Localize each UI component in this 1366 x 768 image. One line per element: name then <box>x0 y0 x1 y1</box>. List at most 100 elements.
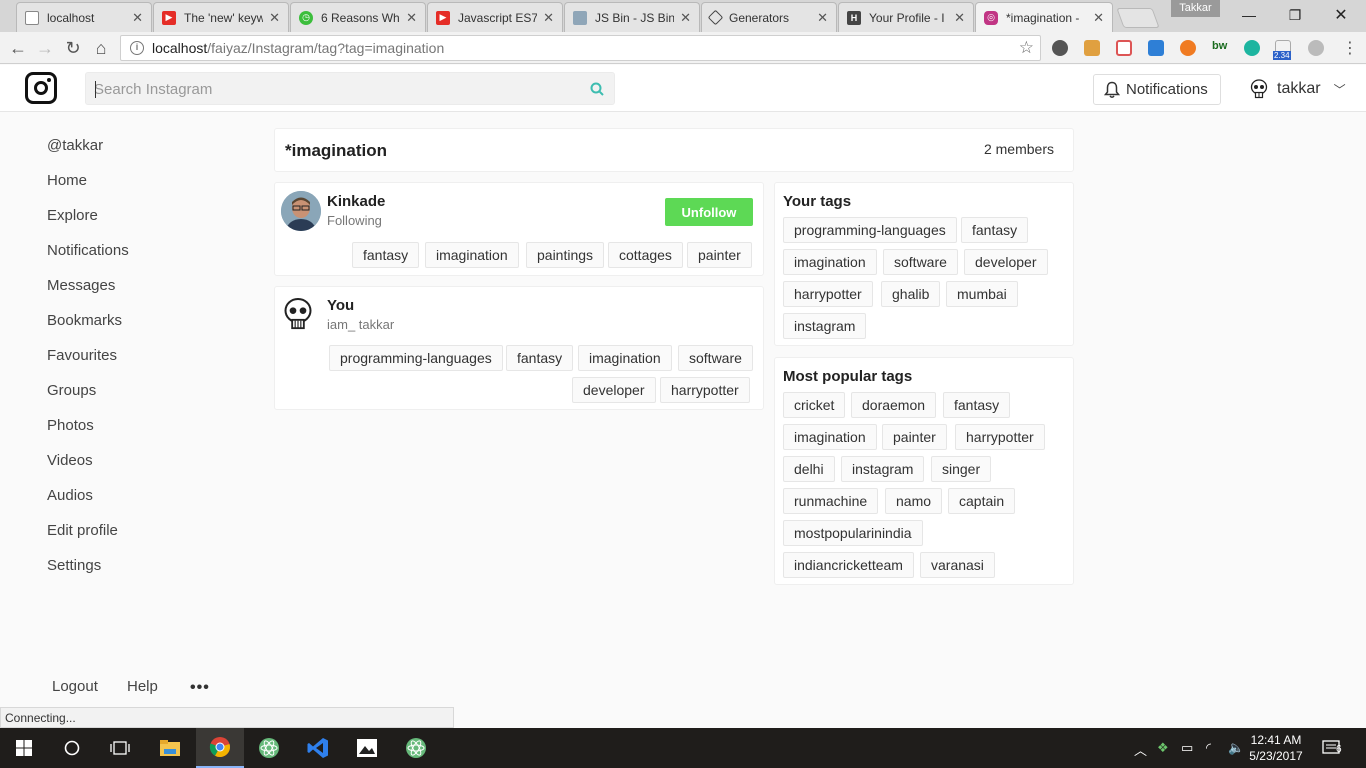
volume-icon[interactable]: 🔈 <box>1228 740 1244 756</box>
reload-icon[interactable]: ↻ <box>61 36 85 60</box>
members-count[interactable]: 2 members <box>984 141 1054 157</box>
address-bar[interactable]: i localhost/faiyaz/Instagram/tag?tag=ima… <box>120 35 1041 61</box>
browser-tab[interactable]: localhost ✕ <box>16 2 152 32</box>
search-icon[interactable] <box>590 82 604 96</box>
vscode-icon[interactable] <box>294 728 342 768</box>
tag-chip[interactable]: imagination <box>578 345 672 371</box>
new-tab-button[interactable] <box>1116 8 1160 28</box>
tag-chip[interactable]: runmachine <box>783 488 879 514</box>
unfollow-button[interactable]: Unfollow <box>665 198 753 226</box>
tag-chip[interactable]: mostpopularinindia <box>783 520 923 546</box>
download-icon[interactable] <box>1148 40 1164 56</box>
close-icon[interactable]: ✕ <box>1093 10 1104 26</box>
help-link[interactable]: Help <box>127 678 158 695</box>
close-icon[interactable]: ✕ <box>680 10 691 26</box>
forward-arrow-icon[interactable]: → <box>33 36 57 60</box>
tag-chip[interactable]: harrypotter <box>955 424 1045 450</box>
close-icon[interactable]: ✕ <box>132 10 143 26</box>
settings-gear-icon[interactable] <box>1052 40 1068 56</box>
extension-icon[interactable] <box>1084 40 1100 56</box>
extension-icon[interactable] <box>1116 40 1132 56</box>
tag-chip[interactable]: singer <box>931 456 992 482</box>
tag-chip[interactable]: paintings <box>526 242 605 268</box>
close-window-icon[interactable]: ✕ <box>1318 0 1364 30</box>
sidebar-item-videos[interactable]: Videos <box>47 452 93 469</box>
restore-icon[interactable]: ❐ <box>1272 0 1318 30</box>
browser-profile-name[interactable]: Takkar <box>1171 0 1220 17</box>
browser-tab[interactable]: Generators ✕ <box>701 2 837 32</box>
tag-chip[interactable]: programming-languages <box>329 345 503 371</box>
search-box[interactable] <box>85 72 615 105</box>
browser-menu-icon[interactable]: ⋮ <box>1338 36 1362 60</box>
extension-icon[interactable] <box>1244 40 1260 56</box>
sidebar-item-home[interactable]: Home <box>47 172 87 189</box>
windows-start-icon[interactable] <box>0 728 48 768</box>
tag-chip[interactable]: mumbai <box>946 281 1018 307</box>
tag-chip[interactable]: fantasy <box>961 217 1029 243</box>
browser-tab[interactable]: ▶ The 'new' keyw ✕ <box>153 2 289 32</box>
close-icon[interactable]: ✕ <box>269 10 280 26</box>
info-icon[interactable]: i <box>130 41 144 55</box>
extension-icon[interactable] <box>1308 40 1324 56</box>
chrome-icon[interactable] <box>196 728 244 768</box>
close-icon[interactable]: ✕ <box>406 10 417 26</box>
search-input[interactable] <box>94 79 574 99</box>
tag-chip[interactable]: delhi <box>783 456 835 482</box>
tag-chip[interactable]: developer <box>572 377 656 403</box>
extension-icon[interactable] <box>1180 40 1196 56</box>
tag-chip[interactable]: harrypotter <box>783 281 873 307</box>
browser-tab[interactable]: H Your Profile - I ✕ <box>838 2 974 32</box>
dropbox-icon[interactable]: ❖ <box>1157 740 1169 756</box>
tag-chip[interactable]: cricket <box>783 392 846 418</box>
logout-link[interactable]: Logout <box>52 678 98 695</box>
extension-icon[interactable]: bw <box>1212 40 1232 56</box>
notifications-button[interactable]: Notifications <box>1093 74 1221 105</box>
task-view-icon[interactable] <box>96 728 144 768</box>
more-options-icon[interactable]: ••• <box>190 679 210 697</box>
tag-chip[interactable]: harrypotter <box>660 377 750 403</box>
chevron-up-icon[interactable]: ︿ <box>1134 740 1147 759</box>
tag-chip[interactable]: instagram <box>841 456 925 482</box>
sidebar-item-edit-profile[interactable]: Edit profile <box>47 522 118 539</box>
battery-icon[interactable]: ▭ <box>1181 740 1193 756</box>
sidebar-item-groups[interactable]: Groups <box>47 382 96 399</box>
tag-chip[interactable]: imagination <box>783 424 877 450</box>
browser-tab[interactable]: JS Bin - JS Bin ✕ <box>564 2 700 32</box>
action-center-icon[interactable]: 6 <box>1322 738 1346 758</box>
sidebar-item-bookmarks[interactable]: Bookmarks <box>47 312 122 329</box>
user-menu[interactable]: takkar ﹀ <box>1250 76 1346 102</box>
tag-chip[interactable]: captain <box>948 488 1016 514</box>
back-arrow-icon[interactable]: ← <box>6 36 30 60</box>
instagram-logo-icon[interactable] <box>25 72 57 104</box>
tag-chip[interactable]: imagination <box>425 242 519 268</box>
tag-chip[interactable]: painter <box>882 424 947 450</box>
member-name[interactable]: You <box>327 297 354 314</box>
sidebar-item-messages[interactable]: Messages <box>47 277 115 294</box>
bookmark-star-icon[interactable]: ☆ <box>1019 38 1034 58</box>
close-icon[interactable]: ✕ <box>954 10 965 26</box>
atom-icon[interactable] <box>392 728 440 768</box>
wifi-icon[interactable]: ◜ <box>1206 740 1211 756</box>
minimize-icon[interactable]: — <box>1226 0 1272 30</box>
member-name[interactable]: Kinkade <box>327 193 385 210</box>
tag-chip[interactable]: cottages <box>608 242 683 268</box>
avatar[interactable] <box>281 191 321 231</box>
tag-chip[interactable]: indiancricketteam <box>783 552 914 578</box>
tag-chip[interactable]: instagram <box>783 313 867 339</box>
avatar[interactable] <box>283 297 313 331</box>
photos-icon[interactable] <box>343 728 391 768</box>
browser-tab[interactable]: ▶ Javascript ES7 ✕ <box>427 2 563 32</box>
tag-chip[interactable]: varanasi <box>920 552 995 578</box>
tag-chip[interactable]: developer <box>964 249 1048 275</box>
tag-chip[interactable]: imagination <box>783 249 877 275</box>
cortana-icon[interactable] <box>48 728 96 768</box>
browser-tab[interactable]: ◷ 6 Reasons Wh ✕ <box>290 2 426 32</box>
tag-chip[interactable]: doraemon <box>851 392 937 418</box>
sidebar-item-explore[interactable]: Explore <box>47 207 98 224</box>
close-icon[interactable]: ✕ <box>817 10 828 26</box>
tag-chip[interactable]: fantasy <box>943 392 1011 418</box>
tag-chip[interactable]: software <box>678 345 753 371</box>
sidebar-item-settings[interactable]: Settings <box>47 557 101 574</box>
browser-tab-active[interactable]: ◎ *imagination - ✕ <box>975 2 1113 32</box>
atom-icon[interactable] <box>245 728 293 768</box>
